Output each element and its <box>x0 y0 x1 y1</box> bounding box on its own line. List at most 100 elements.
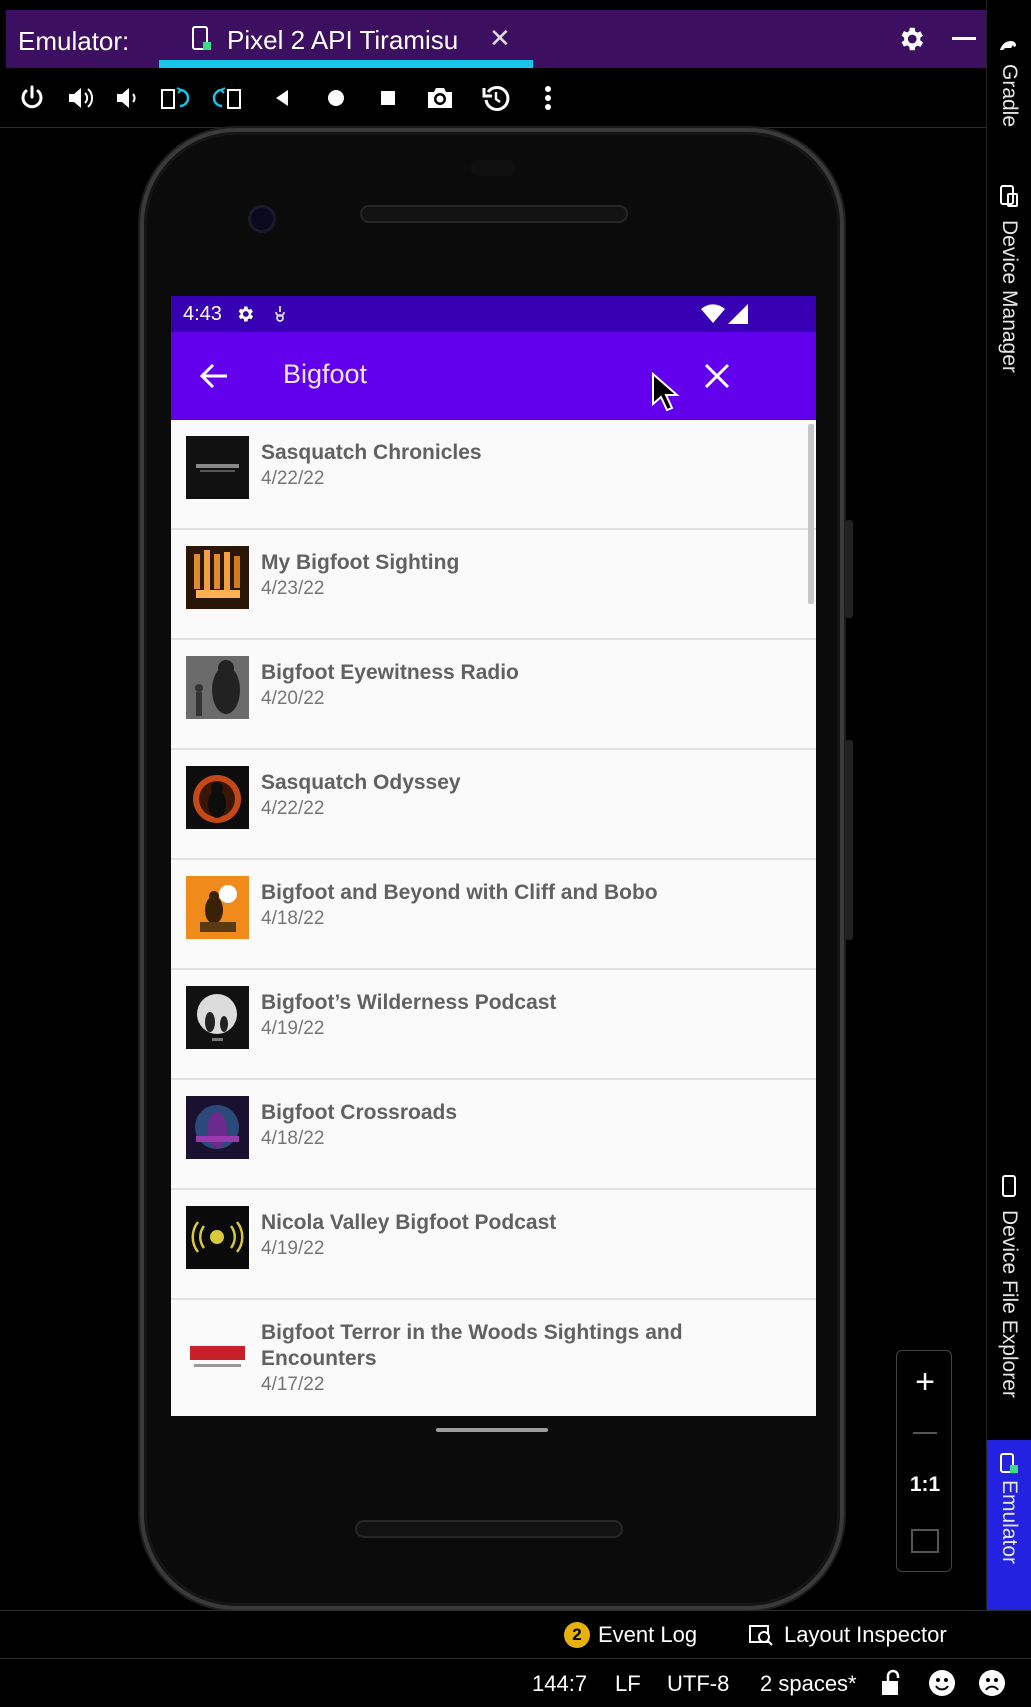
layout-inspector-icon <box>749 1625 773 1646</box>
back-icon[interactable] <box>266 82 298 114</box>
podcast-title: Bigfoot Eyewitness Radio <box>261 661 519 684</box>
emulator-toolbar <box>0 68 986 128</box>
minimize-icon[interactable] <box>952 37 976 40</box>
device-icon <box>192 26 211 50</box>
zoom-fit-icon[interactable] <box>911 1529 939 1553</box>
device-file-explorer-label: Device File Explorer <box>998 1210 1021 1398</box>
more-options-icon[interactable] <box>532 82 564 114</box>
camera-icon[interactable] <box>424 82 456 114</box>
podcast-date: 4/19/22 <box>261 1238 325 1259</box>
device-manager-tool[interactable]: Device Manager <box>987 180 1031 390</box>
volume-up-icon[interactable] <box>64 82 96 114</box>
emulator-tool[interactable]: Emulator <box>987 1440 1031 1610</box>
list-item[interactable]: Nicola Valley Bigfoot Podcast 4/19/22 <box>171 1190 816 1300</box>
overview-icon[interactable] <box>372 82 404 114</box>
podcast-thumbnail <box>186 766 249 829</box>
list-item[interactable]: Bigfoot Terror in the Woods Sightings an… <box>171 1300 816 1416</box>
feedback-frown-icon[interactable] <box>978 1669 1006 1697</box>
search-app-bar: Bigfoot <box>171 332 816 420</box>
status-notification-icon <box>275 306 285 322</box>
list-item[interactable]: Bigfoot’s Wilderness Podcast 4/19/22 <box>171 970 816 1080</box>
ide-status-bar: 144:7 LF UTF-8 2 spaces* <box>0 1658 1031 1707</box>
rotate-right-icon[interactable] <box>212 82 244 114</box>
tab-active-indicator <box>159 60 533 68</box>
device-manager-icon <box>1000 185 1018 207</box>
ide-window: Emulator: Pixel 2 API Tiramisu ✕ Gradle … <box>0 0 1031 1707</box>
device-manager-label: Device Manager <box>998 220 1021 373</box>
clear-search-icon[interactable] <box>703 362 731 390</box>
caret-position[interactable]: 144:7 <box>532 1671 587 1697</box>
rotate-left-icon[interactable] <box>158 82 190 114</box>
event-log-badge: 2 <box>564 1622 590 1648</box>
search-query-input[interactable]: Bigfoot <box>283 359 367 390</box>
gradle-tool[interactable]: Gradle <box>987 24 1031 144</box>
list-item[interactable]: Sasquatch Chronicles 4/22/22 <box>171 420 816 530</box>
search-results-list[interactable]: Sasquatch Chronicles 4/22/22 My Bigfoot … <box>171 420 816 1416</box>
emulator-icon <box>1000 1453 1018 1473</box>
device-screen[interactable]: 4:43 Bigfoot Sasquatch Chronicles 4/22/2… <box>171 296 816 1416</box>
device-file-explorer-icon <box>1002 1175 1016 1197</box>
podcast-thumbnail <box>186 656 249 719</box>
list-item[interactable]: Bigfoot Eyewitness Radio 4/20/22 <box>171 640 816 750</box>
proximity-sensor <box>470 160 516 176</box>
volume-down-icon[interactable] <box>110 82 142 114</box>
podcast-date: 4/17/22 <box>261 1374 325 1395</box>
power-icon[interactable] <box>16 82 48 114</box>
list-item[interactable]: Sasquatch Odyssey 4/22/22 <box>171 750 816 860</box>
podcast-thumbnail <box>186 986 249 1049</box>
emulator-panel-label: Emulator: <box>18 26 130 56</box>
podcast-date: 4/19/22 <box>261 1018 325 1039</box>
podcast-title: Bigfoot Crossroads <box>261 1101 458 1124</box>
podcast-thumbnail <box>186 876 249 939</box>
mouse-cursor-icon <box>652 372 680 412</box>
file-encoding[interactable]: UTF-8 <box>667 1671 729 1697</box>
list-item[interactable]: Bigfoot and Beyond with Cliff and Bobo 4… <box>171 860 816 970</box>
list-item[interactable]: My Bigfoot Sighting 4/23/22 <box>171 530 816 640</box>
line-separator[interactable]: LF <box>615 1671 641 1697</box>
podcast-date: 4/20/22 <box>261 688 325 709</box>
layout-inspector-button[interactable]: Layout Inspector <box>784 1622 947 1648</box>
podcast-thumbnail <box>186 1096 249 1159</box>
zoom-controls: + 1:1 <box>896 1350 952 1572</box>
power-side-button[interactable] <box>845 520 853 618</box>
gradle-label: Gradle <box>998 64 1021 128</box>
zoom-out-button[interactable] <box>913 1432 937 1434</box>
podcast-date: 4/22/22 <box>261 468 325 489</box>
tab-close-icon[interactable]: ✕ <box>489 23 511 54</box>
podcast-thumbnail <box>186 1206 249 1269</box>
list-scrollbar[interactable] <box>808 424 814 604</box>
zoom-actual-size-button[interactable]: 1:1 <box>897 1473 953 1497</box>
podcast-thumbnail <box>186 546 249 609</box>
podcast-date: 4/23/22 <box>261 578 325 599</box>
podcast-date: 4/22/22 <box>261 798 325 819</box>
volume-side-button[interactable] <box>845 740 853 940</box>
unlock-icon[interactable] <box>880 1669 904 1697</box>
zoom-in-button[interactable]: + <box>897 1363 953 1402</box>
podcast-title: Sasquatch Odyssey <box>261 771 461 794</box>
snapshot-icon[interactable] <box>480 82 512 114</box>
bottom-speaker <box>355 1520 623 1538</box>
device-tab-label: Pixel 2 API Tiramisu <box>227 25 459 55</box>
home-icon[interactable] <box>320 82 352 114</box>
emulator-tab-bar: Emulator: Pixel 2 API Tiramisu ✕ <box>6 10 986 68</box>
gesture-navigation-bar[interactable] <box>436 1428 548 1432</box>
podcast-thumbnail <box>186 1324 249 1387</box>
android-status-bar: 4:43 <box>171 296 816 332</box>
top-speaker <box>360 205 628 223</box>
cell-signal-icon <box>728 304 748 324</box>
device-file-explorer-tool[interactable]: Device File Explorer <box>987 1170 1031 1430</box>
settings-gear-icon[interactable] <box>896 24 926 54</box>
list-item[interactable]: Bigfoot Crossroads 4/18/22 <box>171 1080 816 1190</box>
event-log-button[interactable]: Event Log <box>598 1622 697 1648</box>
podcast-title: Bigfoot’s Wilderness Podcast <box>261 991 557 1014</box>
back-arrow-icon[interactable] <box>199 362 229 390</box>
status-settings-icon <box>238 306 253 322</box>
podcast-title: My Bigfoot Sighting <box>261 551 460 574</box>
podcast-title: Sasquatch Chronicles <box>261 441 482 464</box>
indent-setting[interactable]: 2 spaces* <box>760 1671 857 1697</box>
podcast-title: Bigfoot and Beyond with Cliff and Bobo <box>261 881 658 904</box>
device-tab[interactable]: Pixel 2 API Tiramisu ✕ <box>159 10 533 68</box>
emulator-label: Emulator <box>998 1480 1021 1565</box>
gradle-icon <box>1000 41 1016 50</box>
feedback-smile-icon[interactable] <box>928 1669 956 1697</box>
